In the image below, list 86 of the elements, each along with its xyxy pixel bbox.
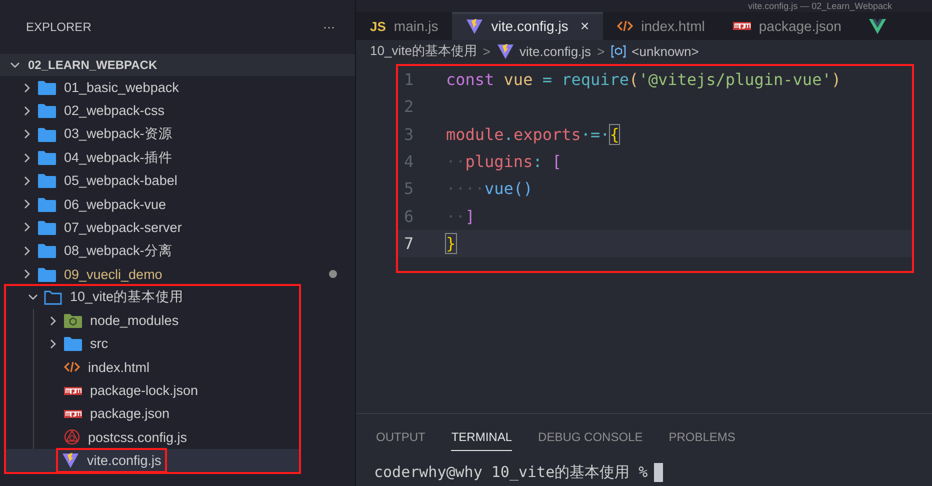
- chevron-right-icon[interactable]: [22, 129, 32, 140]
- window-title: vite.config.js — 02_Learn_Webpack: [356, 0, 932, 12]
- tree-item[interactable]: index.html: [6, 356, 299, 379]
- code-brackets-icon: [64, 361, 80, 374]
- more-actions-button[interactable]: ···: [323, 20, 335, 34]
- tree-item[interactable]: postcss.config.js: [6, 425, 299, 449]
- chevron-right-icon[interactable]: [22, 82, 32, 93]
- folder-icon: [38, 220, 56, 235]
- chevron-right-icon[interactable]: [48, 338, 58, 349]
- code-brackets-icon: [617, 20, 634, 32]
- breadcrumb-separator: >: [597, 44, 605, 58]
- folder-icon: [64, 313, 82, 328]
- breadcrumb-item[interactable]: 10_vite的基本使用: [370, 42, 477, 60]
- breadcrumb-separator: >: [482, 44, 491, 58]
- folder-icon: [64, 336, 82, 352]
- line-number: 6: [403, 206, 415, 226]
- chevron-right-icon[interactable]: [22, 152, 32, 163]
- vite-logo-icon: [496, 42, 514, 60]
- explorer-title: EXPLORER: [26, 20, 92, 34]
- vite-logo-icon: [466, 18, 484, 34]
- npm-icon: [64, 410, 82, 418]
- line-number: 2: [403, 97, 415, 116]
- tree-item[interactable]: 02_webpack-css: [0, 99, 355, 123]
- line-number: 1: [403, 70, 415, 90]
- tree-item[interactable]: vite.config.js: [6, 448, 299, 472]
- tree-item[interactable]: 04_webpack-插件: [0, 146, 355, 170]
- tree-item[interactable]: 07_webpack-server: [0, 216, 355, 240]
- terminal-prompt: coderwhy@why 10_vite的基本使用 %: [374, 463, 648, 482]
- chevron-down-icon[interactable]: [28, 292, 38, 302]
- tree-item[interactable]: 09_vuecli_demo: [0, 262, 355, 286]
- npm-icon: [732, 22, 751, 30]
- tree-item[interactable]: 01_basic_webpack: [0, 76, 355, 100]
- close-icon[interactable]: ×: [580, 18, 590, 34]
- chevron-right-icon[interactable]: [22, 222, 32, 232]
- panel-tab[interactable]: TERMINAL: [451, 426, 512, 451]
- code-line: ··]: [446, 206, 475, 226]
- tree-item[interactable]: src: [6, 332, 299, 356]
- chevron-right-icon[interactable]: [22, 199, 32, 210]
- line-number: 5: [403, 179, 415, 198]
- panel-tab[interactable]: DEBUG CONSOLE: [538, 426, 643, 451]
- tree-item[interactable]: 05_webpack-babel: [0, 169, 355, 192]
- symbol-icon: [610, 44, 626, 58]
- code-line: ····vue(): [446, 179, 533, 198]
- line-number: 4: [403, 152, 415, 172]
- folder-icon: [38, 103, 56, 118]
- postcss-icon: [64, 429, 80, 446]
- tree-item[interactable]: 08_webpack-分离: [0, 239, 355, 262]
- breadcrumb-item[interactable]: vite.config.js: [520, 44, 592, 58]
- code-line: module.exports·=·{: [446, 124, 620, 144]
- chevron-right-icon[interactable]: [22, 246, 32, 256]
- folder-icon: [44, 290, 62, 305]
- tree-item[interactable]: 06_webpack-vue: [0, 192, 355, 216]
- line-number: 3: [403, 124, 415, 144]
- chevron-down-icon[interactable]: [10, 60, 20, 70]
- tree-item[interactable]: package.json: [6, 402, 299, 426]
- folder-icon: [38, 266, 56, 282]
- chevron-right-icon[interactable]: [22, 269, 32, 280]
- folder-icon: [38, 150, 56, 166]
- js-icon: JS: [370, 18, 386, 34]
- vue-logo-icon: [869, 18, 886, 34]
- panel-tab[interactable]: OUTPUT: [376, 426, 426, 451]
- tree-item[interactable]: 03_webpack-资源: [0, 122, 355, 146]
- code-line: ··plugins: [: [446, 152, 562, 172]
- terminal-cursor: [654, 463, 663, 482]
- editor-tab[interactable]: vite.config.js ×: [452, 12, 604, 40]
- modified-dot: [329, 270, 337, 278]
- breadcrumb-item[interactable]: <unknown>: [632, 44, 699, 58]
- folder-icon: [38, 196, 56, 212]
- code-editor[interactable]: 1 const vue = require('@vitejs/plugin-vue') 2 3 module.exports·=·{ 4 ··plugins: [ 5 ····vue() 6 ··] 7 }: [398, 66, 912, 272]
- folder-icon: [38, 80, 56, 96]
- code-line: }: [446, 234, 456, 253]
- vite-logo-icon: [62, 452, 79, 469]
- tree-item[interactable]: 10_vite的基本使用: [6, 286, 299, 309]
- chevron-right-icon[interactable]: [22, 176, 32, 186]
- code-line: const vue = require('@vitejs/plugin-vue'): [446, 70, 841, 90]
- folder-icon: [38, 126, 56, 142]
- folder-icon: [38, 243, 56, 258]
- line-number: 7: [403, 234, 415, 253]
- chevron-right-icon[interactable]: [48, 316, 58, 326]
- npm-icon: [64, 386, 82, 394]
- panel-tab[interactable]: PROBLEMS: [668, 426, 736, 451]
- tree-item[interactable]: package-lock.json: [6, 378, 299, 402]
- workspace-root[interactable]: 02_LEARN_WEBPACK: [0, 54, 355, 76]
- folder-icon: [38, 173, 56, 188]
- chevron-right-icon[interactable]: [22, 106, 32, 116]
- tree-item[interactable]: node_modules: [6, 308, 299, 332]
